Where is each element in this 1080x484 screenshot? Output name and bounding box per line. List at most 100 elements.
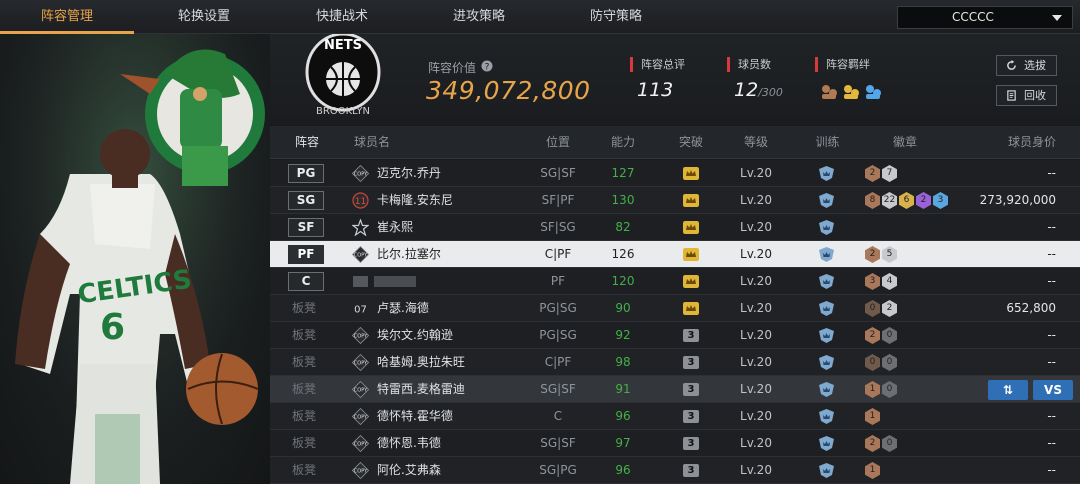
player-ability: 130 xyxy=(611,193,635,207)
svg-text:COPY: COPY xyxy=(354,334,368,340)
player-value: 273,920,000 xyxy=(979,193,1056,207)
player-name[interactable]: 阿伦.艾弗森 xyxy=(377,457,441,484)
bond-icons[interactable] xyxy=(820,81,886,101)
player-position: PF xyxy=(550,274,566,288)
tab-lineup[interactable]: 阵容管理 xyxy=(0,0,134,34)
player-name[interactable]: 埃尔文.约翰逊 xyxy=(377,322,453,349)
training-shield-icon[interactable] xyxy=(818,435,835,452)
table-row[interactable]: SG 11 卡梅隆.安东尼 SF|PF 130 Lv.20 8 22 6 2 3 273,920,00… xyxy=(270,187,1080,214)
player-name[interactable]: 特雷西.麦格雷迪 xyxy=(377,376,465,403)
player-ability: 91 xyxy=(615,382,631,396)
player-name[interactable]: 卢瑟.海德 xyxy=(377,295,429,322)
player-position: PG|SG xyxy=(539,328,577,342)
player-name[interactable]: 崔永熙 xyxy=(377,214,413,241)
badge-icon: 2 xyxy=(865,246,880,263)
crown-icon[interactable] xyxy=(683,221,699,234)
breakthrough-level-badge[interactable]: 3 xyxy=(683,356,699,369)
player-value: -- xyxy=(1047,409,1056,423)
tab-offense[interactable]: 进攻策略 xyxy=(410,0,548,34)
tab-quick-tactics[interactable]: 快捷战术 xyxy=(274,0,410,34)
training-shield-icon[interactable] xyxy=(818,192,835,209)
bond-gold-icon xyxy=(844,85,859,99)
table-row[interactable]: PF COPY 比尔.拉塞尔 C|PF 126 Lv.20 2 5 -- xyxy=(270,241,1080,268)
tab-rotation[interactable]: 轮换设置 xyxy=(134,0,274,34)
compare-vs-button[interactable]: VS xyxy=(1033,380,1073,400)
training-shield-icon[interactable] xyxy=(818,327,835,344)
badge-icon: 2 xyxy=(916,192,931,209)
crown-icon[interactable] xyxy=(683,194,699,207)
player-name[interactable]: 德怀恩.韦德 xyxy=(377,430,441,457)
player-ability: 96 xyxy=(615,409,631,423)
crown-icon[interactable] xyxy=(683,275,699,288)
player-name[interactable]: 德怀特.霍华德 xyxy=(377,403,453,430)
badge-icon: 7 xyxy=(882,165,897,182)
training-shield-icon[interactable] xyxy=(818,246,835,263)
swap-button[interactable]: ⇅ xyxy=(988,380,1028,400)
team-select-value: CCCCC xyxy=(952,10,994,24)
breakthrough-level-badge[interactable]: 3 xyxy=(683,329,699,342)
player-name[interactable]: 比尔.拉塞尔 xyxy=(377,241,441,268)
badge-icon: 3 xyxy=(933,192,948,209)
select-button[interactable]: 选拔 xyxy=(996,55,1057,76)
help-icon[interactable]: ? xyxy=(481,60,493,72)
badge-icon: 2 xyxy=(882,300,897,317)
player-count-label: 球员数 xyxy=(727,57,771,72)
player-name[interactable]: 哈基姆.奥拉朱旺 xyxy=(377,349,465,376)
table-row[interactable]: 板凳 COPY 特雷西.麦格雷迪 SG|SF 91 3 Lv.20 1 0 ⇅ VS xyxy=(270,376,1080,403)
lineup-slot-badge: SG xyxy=(288,191,324,210)
table-row[interactable]: 板凳 07 卢瑟.海德 PG|SG 90 Lv.20 0 2 652,800 xyxy=(270,295,1080,322)
breakthrough-level-badge[interactable]: 3 xyxy=(683,437,699,450)
team-logo-text: NETS xyxy=(324,38,362,53)
training-shield-icon[interactable] xyxy=(818,219,835,236)
player-value: -- xyxy=(1047,220,1056,234)
recycle-button[interactable]: 回收 xyxy=(996,85,1057,106)
training-shield-icon[interactable] xyxy=(818,462,835,479)
crown-icon[interactable] xyxy=(683,302,699,315)
badge-icon: 4 xyxy=(882,273,897,290)
training-shield-icon[interactable] xyxy=(818,354,835,371)
blurred-name xyxy=(374,276,416,287)
table-row[interactable]: 板凳 COPY 阿伦.艾弗森 SG|PG 96 3 Lv.20 1 -- xyxy=(270,457,1080,484)
training-shield-icon[interactable] xyxy=(818,408,835,425)
table-row[interactable]: 板凳 COPY 哈基姆.奥拉朱旺 C|PF 98 3 Lv.20 0 0 -- xyxy=(270,349,1080,376)
crown-icon[interactable] xyxy=(683,248,699,261)
jersey-number: 6 xyxy=(100,307,125,348)
document-icon xyxy=(1007,90,1016,101)
team-select-dropdown[interactable]: CCCCC xyxy=(897,6,1073,29)
player-ability: 126 xyxy=(611,247,635,261)
breakthrough-level-badge[interactable]: 3 xyxy=(683,464,699,477)
crown-icon[interactable] xyxy=(683,167,699,180)
lineup-value: 349,072,800 xyxy=(426,76,591,105)
training-shield-icon[interactable] xyxy=(818,165,835,182)
player-level: Lv.20 xyxy=(740,166,772,180)
table-row[interactable]: 板凳 COPY 埃尔文.约翰逊 PG|SG 92 3 Lv.20 2 0 -- xyxy=(270,322,1080,349)
lineup-header xyxy=(270,34,1080,125)
table-row[interactable]: SF 崔永熙 SF|SG 82 Lv.20 -- xyxy=(270,214,1080,241)
training-shield-icon[interactable] xyxy=(818,300,835,317)
player-ability: 96 xyxy=(615,463,631,477)
player-ability: 97 xyxy=(615,436,631,450)
bench-label: 板凳 xyxy=(292,463,317,477)
badge-icon: 5 xyxy=(882,246,897,263)
player-level: Lv.20 xyxy=(740,193,772,207)
player-portrait: CELTICS 6 xyxy=(0,34,270,484)
bench-label: 板凳 xyxy=(292,301,317,315)
bench-label: 板凳 xyxy=(292,328,317,342)
training-shield-icon[interactable] xyxy=(818,273,835,290)
player-name[interactable]: 迈克尔.乔丹 xyxy=(377,160,441,187)
rating-value: 113 xyxy=(637,79,674,101)
breakthrough-level-badge[interactable]: 3 xyxy=(683,383,699,396)
badge-icon: 22 xyxy=(882,192,897,209)
svg-text:11: 11 xyxy=(355,197,366,207)
table-row[interactable]: PG COPY 迈克尔.乔丹 SG|SF 127 Lv.20 2 7 -- xyxy=(270,160,1080,187)
tab-defense[interactable]: 防守策略 xyxy=(548,0,684,34)
table-row[interactable]: 板凳 COPY 德怀特.霍华德 C 96 3 Lv.20 1 -- xyxy=(270,403,1080,430)
table-row[interactable]: 板凳 COPY 德怀恩.韦德 SG|SF 97 3 Lv.20 2 0 -- xyxy=(270,430,1080,457)
breakthrough-level-badge[interactable]: 3 xyxy=(683,410,699,423)
table-header: 阵容 球员名 位置 能力 突破 等级 训练 徽章 球员身价 xyxy=(270,126,1080,159)
player-position: SG|PG xyxy=(539,463,577,477)
badge-icon: 2 xyxy=(865,165,880,182)
training-shield-icon[interactable] xyxy=(818,381,835,398)
player-name[interactable]: 卡梅隆.安东尼 xyxy=(377,187,453,214)
table-row[interactable]: C PF 120 Lv.20 3 4 -- xyxy=(270,268,1080,295)
